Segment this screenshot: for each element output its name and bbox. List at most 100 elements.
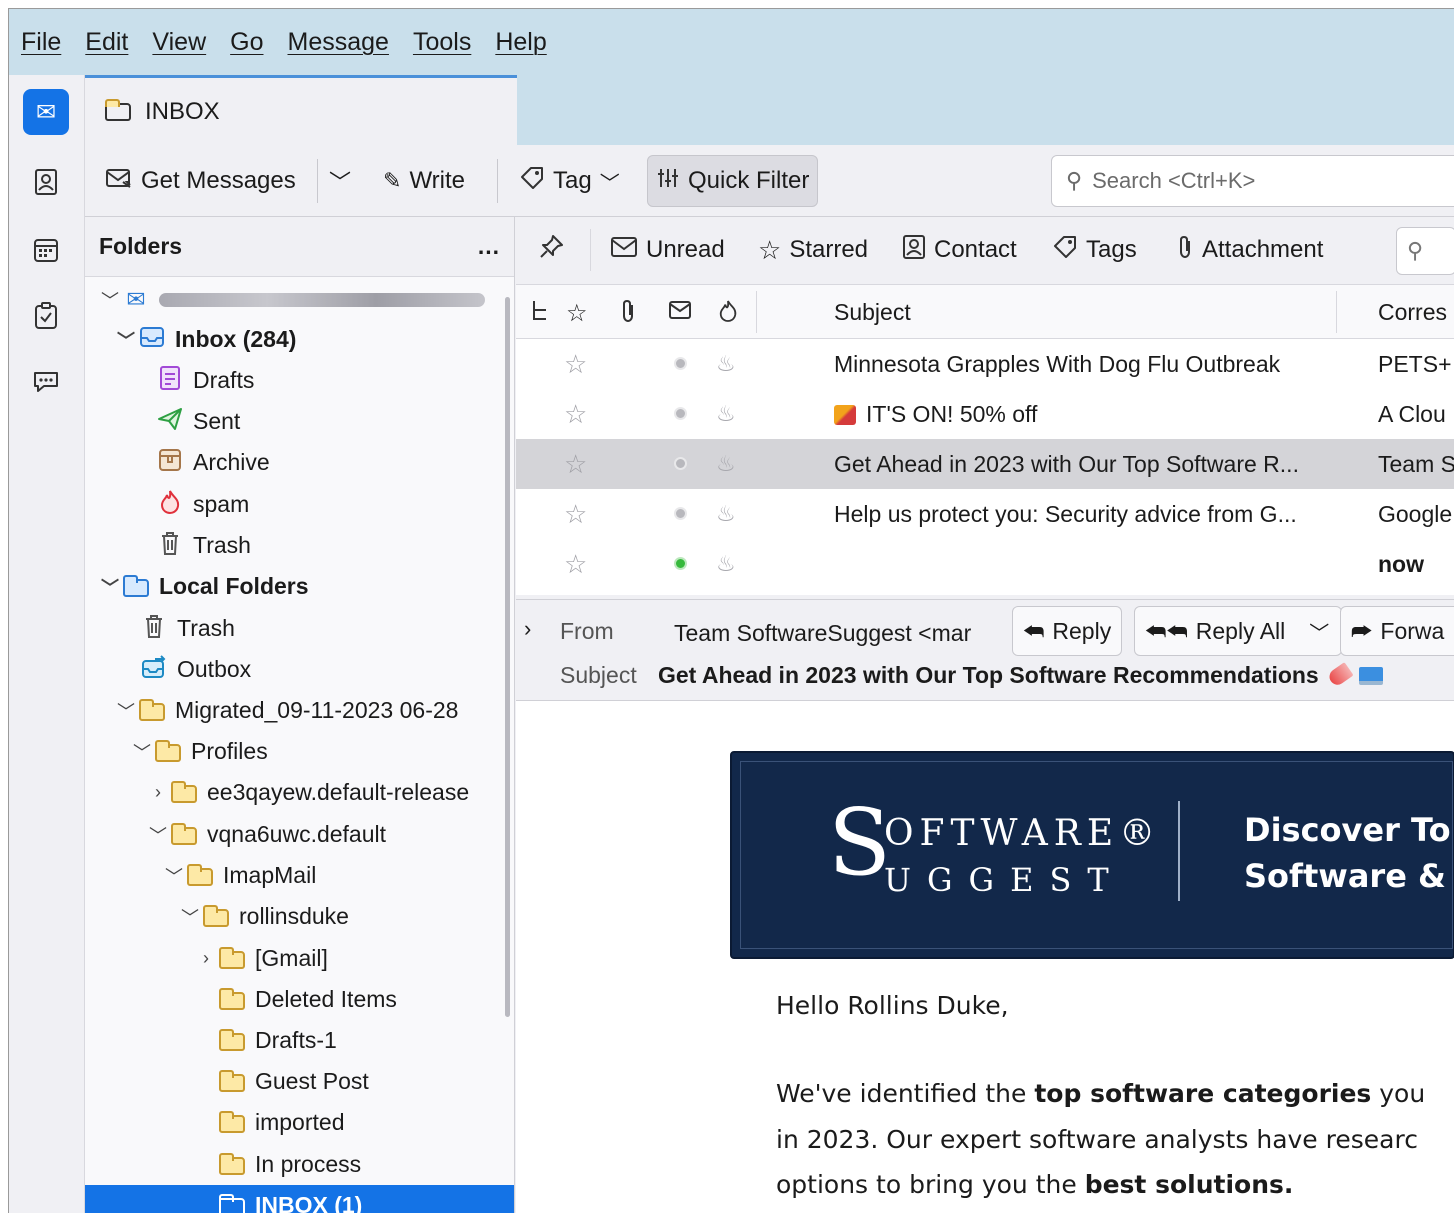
folder-label: spam [193,491,250,517]
read-status-dot[interactable] [674,457,687,470]
message-subject: Help us protect you: Security advice fro… [834,501,1297,527]
reply-button[interactable]: ⮪ Reply [1012,606,1123,656]
message-row[interactable]: ☆ ♨ IT'S ON! 50% off A Clou [516,389,1454,439]
thread-toggle-icon[interactable] [530,299,550,329]
get-messages-label: Get Messages [141,167,296,194]
folder-ee3qayew[interactable]: › ee3qayew.default-release [85,772,514,813]
junk-flame-icon[interactable]: ♨ [716,351,736,377]
folder-profiles[interactable]: ﹀ Profiles [85,731,514,772]
folder-label: Drafts-1 [255,1027,337,1053]
folder-imapmail[interactable]: ﹀ ImapMail [85,855,514,896]
read-status-column-icon[interactable] [668,299,692,326]
star-icon[interactable]: ☆ [564,499,587,530]
calendar-icon[interactable] [23,227,69,273]
read-status-dot[interactable] [674,357,687,370]
folder-spam[interactable]: spam [85,484,514,525]
attachment-column-icon[interactable] [620,299,636,329]
menu-go[interactable]: Go [230,28,263,57]
account-row[interactable]: ﹀ ✉ [85,279,514,320]
from-value[interactable]: Team SoftwareSuggest <mar [674,620,1000,647]
search-input[interactable]: ⚲ Search <Ctrl+K> [1051,155,1454,207]
star-icon[interactable]: ☆ [564,549,587,580]
message-row[interactable]: ☆ ♨ now [516,539,1454,589]
message-row[interactable]: ☆ ♨ Minnesota Grapples With Dog Flu Outb… [516,339,1454,389]
get-messages-icon [105,166,133,196]
junk-flame-icon[interactable]: ♨ [716,451,736,477]
write-button[interactable]: ✎ Write [375,155,473,207]
tasks-icon[interactable] [23,293,69,339]
forward-label: Forwa [1380,617,1445,644]
unread-status-dot[interactable] [674,557,687,570]
filter-tags-button[interactable]: Tags [1052,225,1137,275]
message-row[interactable]: ☆ ♨ Help us protect you: Security advice… [516,489,1454,539]
junk-flame-icon[interactable]: ♨ [716,551,736,577]
filter-unread-button[interactable]: Unread [610,225,725,275]
junk-column-icon[interactable] [718,299,738,329]
folder-guest-post[interactable]: Guest Post [85,1061,514,1102]
forward-button[interactable]: ⮫ Forwa [1340,606,1454,656]
folder-vqna6uwc[interactable]: ﹀ vqna6uwc.default [85,814,514,855]
quick-filter-search-input[interactable]: ⚲ [1396,227,1454,275]
get-messages-dropdown[interactable]: ﹀ [321,155,359,207]
menu-file[interactable]: File [21,28,61,57]
folder-pane-header: Folders ... [85,217,514,277]
star-icon[interactable]: ☆ [564,349,587,380]
sticky-pin-button[interactable] [538,225,564,275]
read-status-dot[interactable] [674,507,687,520]
folder-rollinsduke[interactable]: ﹀ rollinsduke [85,896,514,937]
folder-archive[interactable]: Archive [85,442,514,483]
filter-attachment-button[interactable]: Attachment [1176,225,1323,275]
message-row-selected[interactable]: ☆ ♨ Get Ahead in 2023 with Our Top Softw… [516,439,1454,489]
quick-filter-button[interactable]: Quick Filter [647,155,819,207]
menu-message[interactable]: Message [288,28,389,57]
folder-icon [121,573,151,600]
folder-label: Outbox [177,656,252,682]
reply-all-dropdown-icon[interactable]: ﹀ [1309,617,1329,646]
star-icon[interactable]: ☆ [564,449,587,480]
folder-icon [185,862,215,889]
address-book-icon[interactable] [23,159,69,205]
message-list: ☆ ♨ Minnesota Grapples With Dog Flu Outb… [516,339,1454,595]
read-status-dot[interactable] [674,407,687,420]
get-messages-button[interactable]: Get Messages [97,155,304,207]
star-column-icon[interactable]: ☆ [566,299,588,328]
more-options-icon[interactable]: ... [478,233,500,260]
folder-deleted-items[interactable]: Deleted Items [85,979,514,1020]
folder-local-trash[interactable]: Trash [85,608,514,649]
folder-drafts[interactable]: Drafts [85,360,514,401]
tab-bar: INBOX [85,75,1454,145]
folder-inbox[interactable]: ﹀ Inbox (284) [85,319,514,360]
chat-icon[interactable] [23,359,69,405]
menu-edit[interactable]: Edit [85,28,128,57]
mail-icon[interactable]: ✉ [23,89,69,135]
folder-inbox-selected[interactable]: INBOX (1) [85,1185,514,1213]
junk-flame-icon[interactable]: ♨ [716,501,736,527]
folder-trash[interactable]: Trash [85,525,514,566]
folder-icon [217,986,247,1013]
filter-starred-button[interactable]: ☆ Starred [758,225,868,275]
tab-inbox[interactable]: INBOX [85,75,517,145]
chevron-right-icon[interactable]: › [524,616,531,642]
menu-help[interactable]: Help [495,28,546,57]
menu-view[interactable]: View [152,28,206,57]
tag-button[interactable]: Tag ﹀ [511,155,628,207]
folder-migrated[interactable]: ﹀ Migrated_09-11-2023 06-28 [85,690,514,731]
rocket-emoji-icon [1326,662,1354,688]
reply-all-button[interactable]: ⮪⮪ Reply All ﹀ [1134,606,1343,656]
menu-tools[interactable]: Tools [413,28,471,57]
folder-sent[interactable]: Sent [85,401,514,442]
star-icon[interactable]: ☆ [564,399,587,430]
folder-drafts-1[interactable]: Drafts-1 [85,1020,514,1061]
subject-column-header[interactable]: Subject [834,299,911,326]
folder-in-process[interactable]: In process [85,1144,514,1185]
folder-local-folders[interactable]: ﹀ Local Folders [85,566,514,607]
folder-imported[interactable]: imported [85,1102,514,1143]
junk-flame-icon[interactable]: ♨ [716,401,736,427]
filter-contact-button[interactable]: Contact [902,225,1017,275]
logo-line-1: OFTWARE® [884,813,1162,854]
folder-outbox[interactable]: Outbox [85,649,514,690]
folder-gmail[interactable]: › [Gmail] [85,938,514,979]
filter-tags-label: Tags [1086,236,1137,263]
correspondents-column-header[interactable]: Corres [1378,299,1447,326]
star-icon: ☆ [758,234,782,265]
